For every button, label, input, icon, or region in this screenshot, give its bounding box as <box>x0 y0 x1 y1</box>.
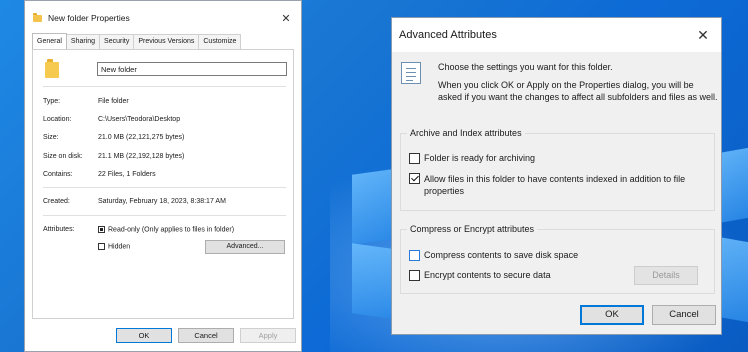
field-label: Type: <box>43 98 61 105</box>
field-label: Created: <box>43 198 70 205</box>
intro-text: Choose the settings you want for this fo… <box>438 62 613 72</box>
tab-customize[interactable]: Customize <box>198 34 242 49</box>
hidden-checkbox-row[interactable]: Hidden <box>98 243 130 250</box>
tab-security[interactable]: Security <box>99 34 135 49</box>
close-icon[interactable]: ✕ <box>279 12 293 25</box>
field-value: 21.1 MB (22,192,128 bytes) <box>98 153 185 160</box>
general-tab-panel: New folder Type: File folder Location: C… <box>32 49 294 319</box>
windows-logo-pane <box>352 169 392 245</box>
field-label: Size on disk: <box>43 153 83 160</box>
compress-checkbox[interactable] <box>409 250 420 261</box>
ok-button[interactable]: OK <box>116 328 172 343</box>
cancel-button[interactable]: Cancel <box>178 328 234 343</box>
properties-title: New folder Properties <box>48 13 130 23</box>
cancel-button[interactable]: Cancel <box>652 305 716 325</box>
divider <box>43 215 286 216</box>
details-button[interactable]: Details <box>634 266 698 285</box>
encrypt-option[interactable]: Encrypt contents to secure data <box>409 270 551 281</box>
encrypt-checkbox[interactable] <box>409 270 420 281</box>
divider <box>43 187 286 188</box>
attributes-document-icon <box>401 62 421 84</box>
readonly-checkbox-row[interactable]: Read-only (Only applies to files in fold… <box>98 226 234 233</box>
field-label: Location: <box>43 116 72 123</box>
tab-sharing[interactable]: Sharing <box>65 34 101 49</box>
field-value: File folder <box>98 98 129 105</box>
advanced-attributes-dialog: Advanced Attributes ✕ Choose the setting… <box>391 17 722 335</box>
tab-previous-versions[interactable]: Previous Versions <box>133 34 200 49</box>
ok-button[interactable]: OK <box>580 305 644 325</box>
apply-button[interactable]: Apply <box>240 328 296 343</box>
index-label: Allow files in this folder to have conte… <box>424 174 686 196</box>
encrypt-label: Encrypt contents to secure data <box>424 270 551 280</box>
divider <box>43 86 286 87</box>
properties-titlebar[interactable]: New folder Properties ✕ <box>25 1 301 35</box>
attributes-label: Attributes: <box>43 226 75 233</box>
advanced-titlebar[interactable]: Advanced Attributes ✕ <box>392 18 721 52</box>
folder-icon <box>33 12 42 22</box>
compress-label: Compress contents to save disk space <box>424 250 579 260</box>
archive-index-group: Archive and Index attributes Folder is r… <box>400 128 715 211</box>
folder-icon <box>45 59 59 78</box>
advanced-button[interactable]: Advanced... <box>205 240 285 254</box>
compress-encrypt-group: Compress or Encrypt attributes Compress … <box>400 224 715 294</box>
properties-window: New folder Properties ✕ General Sharing … <box>24 0 302 352</box>
index-checkbox[interactable] <box>409 173 420 184</box>
intro-detail-text: When you click OK or Apply on the Proper… <box>438 80 718 102</box>
folder-name-input[interactable]: New folder <box>97 62 287 76</box>
compress-option[interactable]: Compress contents to save disk space <box>409 250 578 261</box>
readonly-label: Read-only (Only applies to files in fold… <box>108 226 235 234</box>
windows-logo-pane <box>352 243 392 319</box>
archive-label: Folder is ready for archiving <box>424 153 536 163</box>
index-option[interactable]: Allow files in this folder to have conte… <box>409 173 704 197</box>
field-value: C:\Users\Teodora\Desktop <box>98 116 181 123</box>
field-label: Size: <box>43 134 59 141</box>
tab-general[interactable]: General <box>32 33 67 50</box>
close-icon[interactable]: ✕ <box>693 27 713 44</box>
archive-option[interactable]: Folder is ready for archiving <box>409 153 535 164</box>
readonly-checkbox[interactable] <box>98 226 105 233</box>
field-label: Contains: <box>43 171 73 178</box>
advanced-title: Advanced Attributes <box>399 29 497 41</box>
group-title: Archive and Index attributes <box>407 128 525 138</box>
hidden-checkbox[interactable] <box>98 243 105 250</box>
group-title: Compress or Encrypt attributes <box>407 224 538 234</box>
tab-bar: General Sharing Security Previous Versio… <box>25 33 301 50</box>
archive-checkbox[interactable] <box>409 153 420 164</box>
hidden-label: Hidden <box>108 243 131 251</box>
field-value: 21.0 MB (22,121,275 bytes) <box>98 134 185 141</box>
field-value: Saturday, February 18, 2023, 8:38:17 AM <box>98 198 226 205</box>
field-value: 22 Files, 1 Folders <box>98 171 156 178</box>
